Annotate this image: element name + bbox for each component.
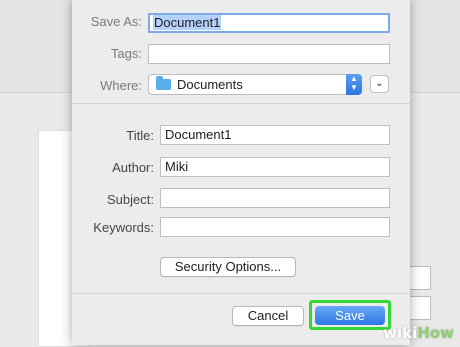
author-field[interactable]: Miki <box>160 157 390 177</box>
tags-field[interactable] <box>148 44 390 64</box>
wikihow-watermark: wikiHow <box>383 324 454 342</box>
save-dialog: Save As: Document1 Tags: Where: Document… <box>72 0 410 345</box>
keywords-label: Keywords: <box>93 220 154 235</box>
author-label: Author: <box>112 160 154 175</box>
title-field[interactable]: Document1 <box>160 125 390 145</box>
watermark-wiki: wiki <box>383 324 418 342</box>
divider <box>72 103 410 104</box>
tags-label: Tags: <box>110 46 142 61</box>
title-label: Title: <box>126 128 154 143</box>
save-button[interactable]: Save <box>315 306 385 325</box>
where-value: Documents <box>177 77 243 92</box>
expand-button[interactable]: ⌄ <box>370 75 389 93</box>
subject-field[interactable] <box>160 188 390 208</box>
cancel-button[interactable]: Cancel <box>232 306 304 326</box>
where-label: Where: <box>100 78 142 93</box>
watermark-how: How <box>417 324 454 342</box>
updown-stepper-icon: ▲ ▼ <box>346 74 362 95</box>
chevron-down-icon: ⌄ <box>375 78 384 89</box>
save-as-label: Save As: <box>90 14 142 29</box>
divider <box>72 293 410 294</box>
keywords-field[interactable] <box>160 217 390 237</box>
where-popup[interactable]: Documents ▲ ▼ <box>148 74 362 95</box>
folder-icon <box>156 76 171 90</box>
save-as-field[interactable]: Document1 <box>148 13 390 33</box>
save-as-value: Document1 <box>153 15 222 30</box>
security-options-button[interactable]: Security Options... <box>160 257 296 277</box>
subject-label: Subject: <box>107 192 154 207</box>
